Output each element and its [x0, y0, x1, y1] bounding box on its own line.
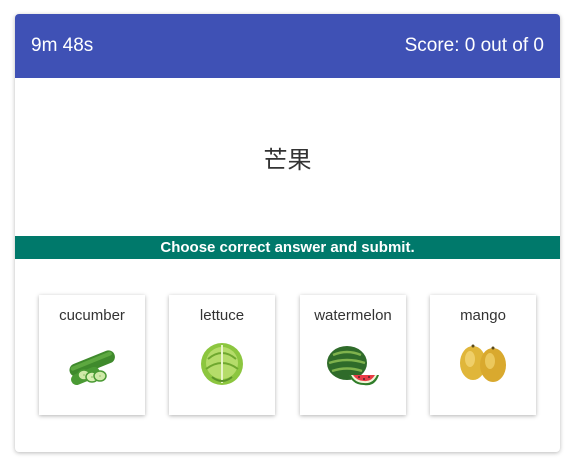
option-cucumber[interactable]: cucumber	[39, 295, 145, 415]
option-mango[interactable]: mango	[430, 295, 536, 415]
prompt-word: 芒果	[263, 145, 312, 174]
option-lettuce[interactable]: lettuce	[169, 295, 275, 415]
mango-icon	[460, 344, 506, 382]
option-label: lettuce	[199, 307, 245, 324]
option-label: cucumber	[59, 307, 125, 324]
score: Score: 0 out of 0	[404, 35, 544, 56]
option-label: watermelon	[314, 307, 392, 324]
timer: 9m 48s	[31, 35, 94, 56]
lettuce-icon	[201, 343, 243, 385]
watermelon-icon	[327, 346, 379, 386]
instruction-bar: Choose correct answer and submit.	[15, 236, 560, 259]
quiz-header: 9m 48s Score: 0 out of 0	[15, 14, 560, 78]
quiz-card: 9m 48s Score: 0 out of 0 芒果 Choose corre…	[15, 14, 560, 452]
option-label: mango	[460, 307, 506, 324]
answer-options: cucumber lettuce watermelon mango	[39, 295, 536, 416]
option-watermelon[interactable]: watermelon	[300, 295, 406, 415]
cucumber-icon	[69, 350, 115, 385]
